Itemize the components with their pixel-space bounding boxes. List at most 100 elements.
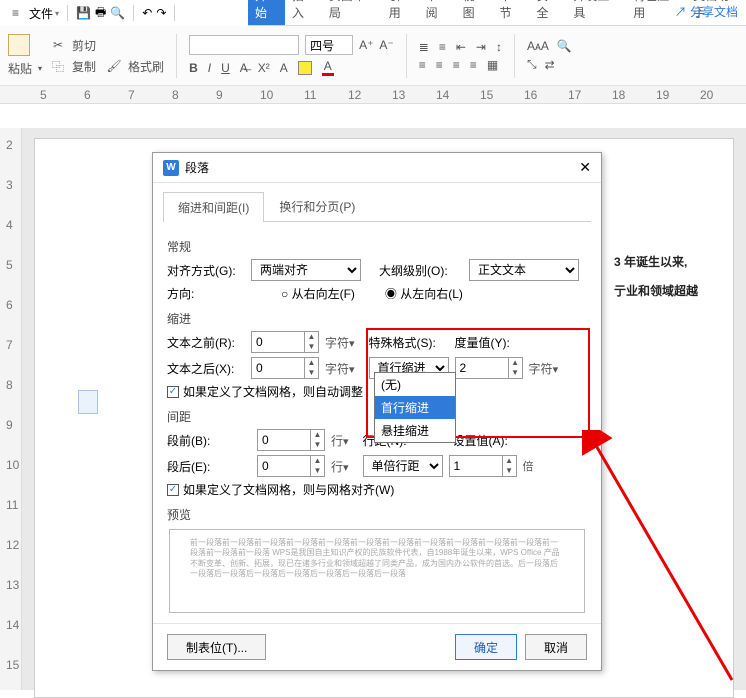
cut-icon[interactable]: ✂ (50, 37, 66, 53)
ribbon: 粘贴▾ ✂剪切 ⿻复制 🖌格式刷 A⁺ A⁻ B I U A̶ X² A (0, 26, 746, 86)
undo-icon[interactable]: ↶ (142, 6, 152, 20)
tab-layout[interactable]: 页面布局 (322, 0, 382, 25)
wps-logo-icon: W (163, 160, 179, 176)
app-menu[interactable]: ≡ (6, 4, 25, 22)
special-dropdown-list: (无) 首行缩进 悬挂缩进 (374, 372, 456, 443)
chk-grid-space[interactable]: ✓如果定义了文档网格，则与网格对齐(W) (167, 481, 587, 498)
file-menu[interactable]: 文件▾ (29, 5, 59, 22)
strike-button[interactable]: A̶ (240, 61, 248, 75)
measure-label: 度量值(Y): (455, 334, 525, 351)
close-icon[interactable]: ✕ (579, 159, 591, 176)
section-general: 常规 (167, 238, 587, 255)
tab-security[interactable]: 安全 (529, 0, 566, 25)
tab-chapter[interactable]: 章节 (493, 0, 530, 25)
font-size[interactable] (305, 35, 353, 55)
align-label: 对齐方式(G): (167, 262, 245, 279)
cancel-button[interactable]: 取消 (525, 634, 587, 660)
format-painter-icon[interactable]: 🖌 (106, 58, 122, 74)
space-before-label: 段前(B): (167, 432, 225, 449)
align-select[interactable]: 两端对齐 (251, 259, 361, 281)
share-doc[interactable]: ↗ 分享文档 (675, 3, 738, 20)
dialog-titlebar[interactable]: W 段落 ✕ (153, 153, 601, 183)
font-name[interactable] (189, 35, 299, 55)
ruler-h: 567891011121314151617181920 (0, 86, 746, 104)
setat-spin[interactable]: ▲▼ (449, 455, 517, 477)
tab-ref[interactable]: 引用 (382, 0, 419, 25)
dir-ltr-radio[interactable]: ◉ 从左向右(L) (385, 285, 463, 302)
save-icon[interactable]: 💾 (76, 6, 91, 20)
unit-line-2: 行▾ (331, 458, 349, 475)
measure-spin[interactable]: ▲▼ (455, 357, 523, 379)
setat-label: 设置值(A): (453, 432, 523, 449)
align-justify-icon[interactable]: ≡ (470, 58, 477, 72)
paste-icon[interactable] (8, 34, 30, 56)
ok-button[interactable]: 确定 (455, 634, 517, 660)
dialog-title: 段落 (185, 159, 209, 176)
indent-dec-icon[interactable]: ⇤ (456, 40, 466, 54)
tab-view[interactable]: 视图 (456, 0, 493, 25)
find-icon[interactable]: 🔍 (557, 39, 572, 53)
special-opt-hanging[interactable]: 悬挂缩进 (375, 419, 455, 442)
bullets-icon[interactable]: ≣ (419, 40, 429, 54)
unit-char-2: 字符▾ (325, 360, 355, 377)
space-before-spin[interactable]: ▲▼ (257, 429, 325, 451)
numbering-icon[interactable]: ≡ (439, 40, 446, 54)
indent-after-label: 文本之后(X): (167, 360, 245, 377)
tab-review[interactable]: 审阅 (419, 0, 456, 25)
linesp-select[interactable]: 单倍行距 (363, 455, 443, 477)
unit-char-3: 字符▾ (529, 360, 559, 377)
paste-button[interactable]: 粘贴 (8, 60, 32, 77)
styles-icon[interactable]: AᴀA (527, 39, 549, 53)
cut-button[interactable]: 剪切 (72, 37, 96, 54)
indent-before-spin[interactable]: ▲▼ (251, 331, 319, 353)
underline-button[interactable]: U (221, 61, 230, 75)
shading-icon[interactable]: ▦ (487, 58, 498, 72)
space-after-spin[interactable]: ▲▼ (257, 455, 325, 477)
shrink-font[interactable]: A⁻ (379, 38, 393, 52)
select-icon[interactable]: ⤡ (527, 57, 537, 72)
tab-dev[interactable]: 开发工具 (566, 0, 626, 25)
tabstops-button[interactable]: 制表位(T)... (167, 634, 266, 660)
unit-char-1: 字符▾ (325, 334, 355, 351)
section-indent: 缩进 (167, 310, 587, 327)
bold-button[interactable]: B (189, 61, 198, 75)
preview-box: 前一段落前一段落前一段落前一段落前一段落前一段落前一段落前一段落前一段落前一段落… (169, 529, 585, 613)
font-color[interactable]: A (322, 59, 334, 76)
indent-after-spin[interactable]: ▲▼ (251, 357, 319, 379)
highlight-button[interactable] (298, 61, 312, 75)
align-center-icon[interactable]: ≡ (436, 58, 443, 72)
tab-indent-spacing[interactable]: 缩进和间距(I) (163, 192, 264, 222)
menubar: ≡ 文件▾ 💾 🖶 🔍 ↶ ↷ (0, 0, 248, 26)
preview-icon[interactable]: 🔍 (110, 6, 125, 20)
tab-insert[interactable]: 插入 (285, 0, 322, 25)
font-effects[interactable]: A (280, 61, 288, 75)
dir-rtl-radio[interactable]: ○ 从右向左(F) (281, 285, 355, 302)
italic-button[interactable]: I (208, 61, 211, 75)
replace-icon[interactable]: ⇄ (545, 58, 555, 72)
indent-inc-icon[interactable]: ⇥ (476, 40, 486, 54)
unit-bei: 倍 (523, 458, 534, 474)
format-painter[interactable]: 格式刷 (128, 58, 164, 75)
copy-icon[interactable]: ⿻ (50, 58, 66, 74)
special-opt-none[interactable]: (无) (375, 373, 455, 396)
outline-label: 大纲级别(O): (379, 262, 463, 279)
align-right-icon[interactable]: ≡ (453, 58, 460, 72)
align-left-icon[interactable]: ≡ (419, 58, 426, 72)
superscript-button[interactable]: X² (258, 61, 270, 75)
tab-home[interactable]: 开始 (248, 0, 285, 25)
special-opt-firstline[interactable]: 首行缩进 (375, 396, 455, 419)
grow-font[interactable]: A⁺ (359, 38, 373, 52)
doc-text-visible: 3 年诞生以来, 亍业和领域超越 (614, 248, 732, 306)
ruler-v: 23456789101112131415 (0, 128, 22, 690)
indent-before-label: 文本之前(R): (167, 334, 245, 351)
copy-button[interactable]: 复制 (72, 58, 96, 75)
special-label: 特殊格式(S): (369, 334, 449, 351)
line-spacing-icon[interactable]: ↕ (496, 40, 502, 54)
space-after-label: 段后(E): (167, 458, 225, 475)
section-preview: 预览 (167, 506, 587, 523)
outline-select[interactable]: 正文文本 (469, 259, 579, 281)
print-icon[interactable]: 🖶 (95, 3, 106, 24)
page-thumb-icon[interactable] (78, 390, 98, 414)
tab-line-page-break[interactable]: 换行和分页(P) (264, 191, 370, 221)
redo-icon[interactable]: ↷ (156, 6, 166, 20)
